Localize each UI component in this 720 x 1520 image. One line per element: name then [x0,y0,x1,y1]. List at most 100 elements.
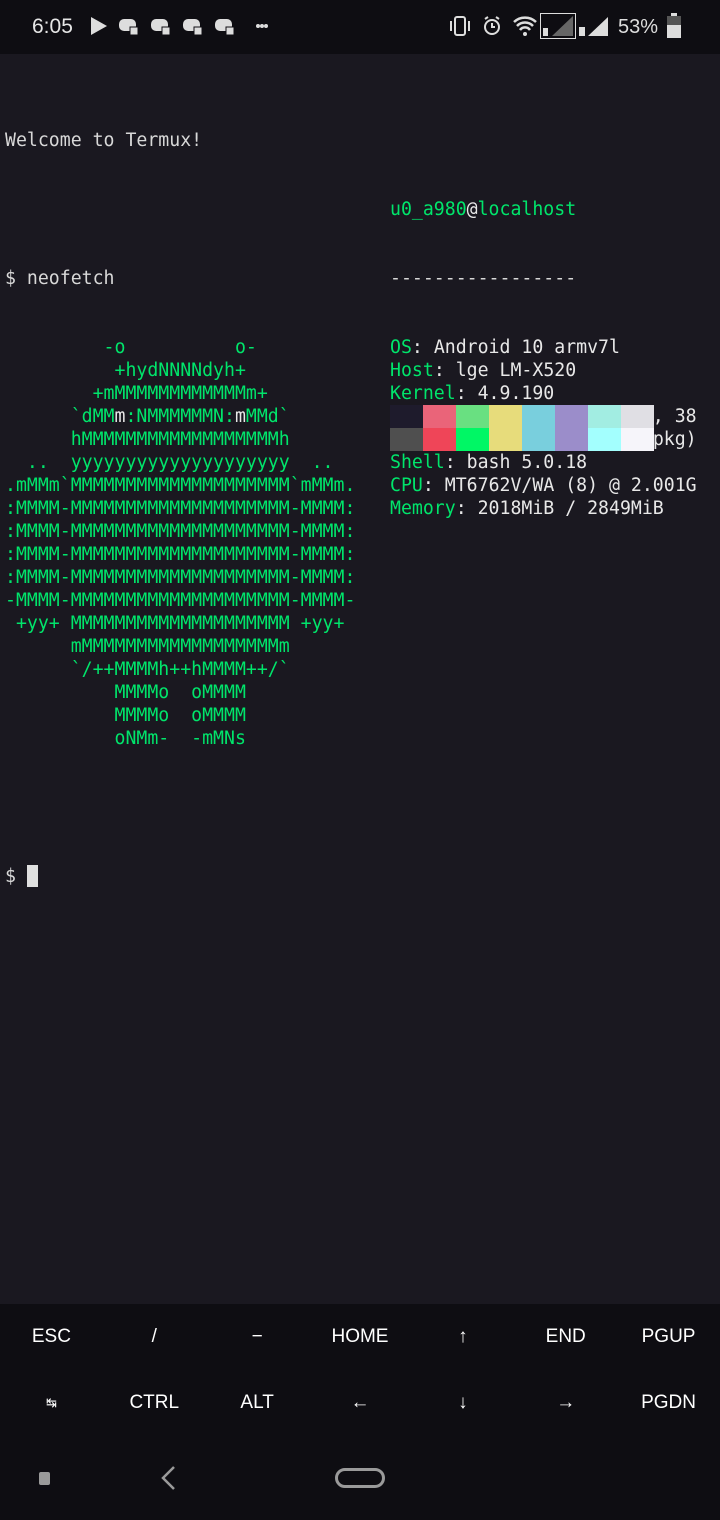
key-↹[interactable]: ↹ [0,1370,103,1436]
key-−[interactable]: − [206,1304,309,1370]
info-cpu: CPU: MT6762V/WA (8) @ 2.001G [390,474,697,497]
wifi-icon [513,16,537,36]
extra-keys-bar: ESC / − HOME ↑ END PGUP ↹ CTRL ALT ← ↓ → PGDN [0,1304,720,1436]
alarm-icon [484,16,500,35]
info-label: OS [390,337,412,358]
status-time: 6:05 [32,15,73,38]
username: u0_a980 [390,199,467,220]
logo-segment: :MMMM-MMMMMMMMMMMMMMMMMMMM-MMMM: [5,498,356,519]
logo-segment: oNMm- -mMNs [5,728,246,749]
logo-line: -MMMM-MMMMMMMMMMMMMMMMMMMM-MMMM- [5,589,720,612]
back-button[interactable] [158,1464,178,1492]
info-label: Shell [390,452,445,473]
info-value: lge LM-X520 [455,360,577,381]
hostname: localhost [477,199,577,220]
logo-segment: `dMM [5,406,115,427]
logo-segment: :MMMM-MMMMMMMMMMMMMMMMMMMM-MMMM: [5,567,356,588]
info-memory: Memory: 2018MiB / 2849MiB [390,497,697,520]
key-/[interactable]: / [103,1304,206,1370]
welcome-line: Welcome to Termux! [5,130,203,151]
logo-segment: MMMMo oMMMM [5,705,246,726]
info-value: 4.9.190 [477,383,555,404]
info-kernel: Kernel: 4.9.190 [390,382,697,405]
color-palette [390,405,654,451]
user-host: u0_a980@localhost [390,198,697,221]
logo-segment: -MMMM-MMMMMMMMMMMMMMMMMMMM-MMMM- [5,590,356,611]
colon: : [433,360,456,381]
key-↑[interactable]: ↑ [411,1304,514,1370]
prompt-line[interactable]: $ [5,865,720,888]
key-→[interactable]: → [514,1370,617,1436]
logo-line: +yy+ MMMMMMMMMMMMMMMMMMMM +yy+ [5,612,720,635]
color-swatch [588,405,621,428]
system-info: u0_a980@localhost ----------------- OS: … [390,152,697,566]
more-icon [256,24,268,28]
discord-icon [119,19,139,35]
logo-segment: MMd` [245,406,290,427]
info-label: Kernel [390,383,456,404]
terminal-output[interactable]: Welcome to Termux! $ neofetch -o o- +hyd… [5,83,720,980]
colon: : [455,498,478,519]
color-swatch [390,405,423,428]
color-swatch [456,405,489,428]
separator: ----------------- [390,268,577,289]
key-←[interactable]: ← [309,1370,412,1436]
color-swatch [456,428,489,451]
key-home[interactable]: HOME [309,1304,412,1370]
logo-segment: +hydNNNNdyh+ [5,360,246,381]
prompt: $ [5,866,16,887]
logo-segment: .mMMm`MMMMMMMMMMMMMMMMMMMM`mMMm. [5,475,356,496]
discord-icon [215,19,235,35]
key-pgup[interactable]: PGUP [617,1304,720,1370]
color-swatch [390,428,423,451]
color-swatch [489,405,522,428]
key-pgdn[interactable]: PGDN [617,1370,720,1436]
logo-segment: `/++MMMMh++hMMMM++/` [5,659,290,680]
color-swatch [621,428,654,451]
logo-line: MMMMo oMMMM [5,704,720,727]
logo-line: MMMMo oMMMM [5,681,720,704]
info-value: MT6762V/WA (8) @ 2.001G [444,475,697,496]
home-button[interactable] [335,1468,385,1488]
discord-icon [183,19,203,35]
logo-line: `/++MMMMh++hMMMM++/` [5,658,720,681]
info-os: OS: Android 10 armv7l [390,336,697,359]
key-esc[interactable]: ESC [0,1304,103,1370]
colon: : [444,452,467,473]
info-label: Memory [390,498,456,519]
sim1-signal-icon [540,13,576,39]
color-swatch [522,405,555,428]
colon: : [455,383,478,404]
key-↓[interactable]: ↓ [411,1370,514,1436]
color-swatch [423,428,456,451]
logo-segment: MMMMo oMMMM [5,682,246,703]
colon: : [422,475,445,496]
key-ctrl[interactable]: CTRL [103,1370,206,1436]
logo-segment: hMMMMMMMMMMMMMMMMMMh [5,429,290,450]
logo-segment: mMMMMMMMMMMMMMMMMMMm [5,636,290,657]
discord-icon [151,19,171,35]
info-shell: Shell: bash 5.0.18 [390,451,697,474]
info-label: Host [390,360,434,381]
logo-segment: :MMMM-MMMMMMMMMMMMMMMMMMMM-MMMM: [5,544,356,565]
info-label: CPU [390,475,423,496]
logo-segment: :NMMMMMMN: [125,406,235,427]
vibrate-icon [450,16,470,36]
key-end[interactable]: END [514,1304,617,1370]
sim2-signal-icon [579,17,608,36]
battery-icon [667,13,681,38]
color-swatch [489,428,522,451]
logo-segment: m [114,406,126,427]
color-swatch [555,405,588,428]
info-host: Host: lge LM-X520 [390,359,697,382]
logo-segment: +mMMMMMMMMMMMMm+ [5,383,268,404]
battery-level: 53% [618,16,659,38]
logo-line: :MMMM-MMMMMMMMMMMMMMMMMMMM-MMMM: [5,566,720,589]
play-store-icon [91,17,107,35]
color-swatch [423,405,456,428]
colon: : [411,337,434,358]
logo-line: oNMm- -mMNs [5,727,720,750]
color-swatch [588,428,621,451]
key-alt[interactable]: ALT [206,1370,309,1436]
recents-button[interactable] [39,1472,50,1485]
